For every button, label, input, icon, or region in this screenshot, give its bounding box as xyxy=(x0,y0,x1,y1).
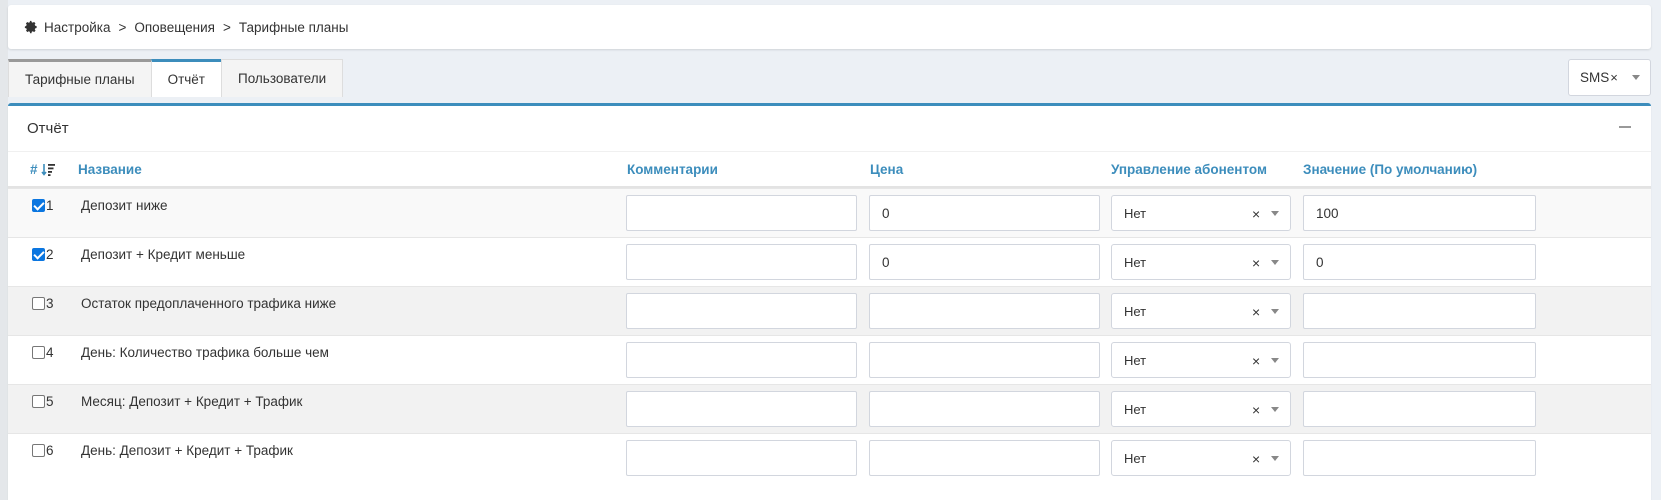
chevron-down-icon[interactable] xyxy=(1271,358,1279,363)
tab-bar: Тарифные планы Отчёт Пользователи xyxy=(8,59,344,97)
breadcrumb: Настройка > Оповещения > Тарифные планы xyxy=(8,5,1651,49)
default-value-input[interactable] xyxy=(1303,391,1536,427)
tab-users[interactable]: Пользователи xyxy=(221,59,344,97)
channel-clear-icon[interactable]: × xyxy=(1610,70,1618,85)
row-checkbox[interactable] xyxy=(32,248,45,261)
tab-report[interactable]: Отчёт xyxy=(150,59,222,97)
chevron-down-icon[interactable] xyxy=(1632,75,1640,80)
sort-desc-icon[interactable] xyxy=(40,163,55,176)
subscriber-control-select[interactable]: Нет × xyxy=(1111,195,1291,231)
subscriber-control-select[interactable]: Нет × xyxy=(1111,293,1291,329)
row-name: Остаток предоплаченного трафика ниже xyxy=(81,296,337,311)
comment-input[interactable] xyxy=(626,195,857,231)
subscriber-control-value: Нет xyxy=(1124,450,1147,466)
report-panel-header: Отчёт xyxy=(8,106,1651,152)
default-value-input[interactable] xyxy=(1303,195,1536,231)
comment-input[interactable] xyxy=(626,342,857,378)
row-checkbox[interactable] xyxy=(32,346,45,359)
default-value-input[interactable] xyxy=(1303,440,1536,476)
row-checkbox[interactable] xyxy=(32,199,45,212)
page-left-edge xyxy=(0,0,8,500)
column-header-value[interactable]: Значение (По умолчанию) xyxy=(1303,162,1477,177)
row-name: День: Депозит + Кредит + Трафик xyxy=(81,443,293,458)
subscriber-control-value: Нет xyxy=(1124,254,1147,270)
subscriber-control-value: Нет xyxy=(1124,401,1147,417)
row-checkbox[interactable] xyxy=(32,297,45,310)
row-name: Депозит ниже xyxy=(81,198,168,213)
table-row: 6 День: Депозит + Кредит + Трафик Нет × xyxy=(8,433,1651,485)
clear-icon[interactable]: × xyxy=(1252,206,1260,222)
comment-input[interactable] xyxy=(626,244,857,280)
panel-title: Отчёт xyxy=(27,120,69,137)
chevron-down-icon[interactable] xyxy=(1271,260,1279,265)
comment-input[interactable] xyxy=(626,440,857,476)
price-input[interactable] xyxy=(869,342,1100,378)
table-row: 4 День: Количество трафика больше чем Нет × xyxy=(8,335,1651,387)
default-value-input[interactable] xyxy=(1303,293,1536,329)
column-header-control[interactable]: Управление абонентом xyxy=(1111,162,1267,177)
chevron-down-icon[interactable] xyxy=(1271,309,1279,314)
price-input[interactable] xyxy=(869,293,1100,329)
table-row: 1 Депозит ниже Нет × xyxy=(8,188,1651,240)
comment-input[interactable] xyxy=(626,293,857,329)
table-row: 5 Месяц: Депозит + Кредит + Трафик Нет × xyxy=(8,384,1651,436)
subscriber-control-value: Нет xyxy=(1124,303,1147,319)
price-input[interactable] xyxy=(869,391,1100,427)
row-checkbox[interactable] xyxy=(32,444,45,457)
column-header-price[interactable]: Цена xyxy=(870,162,903,177)
price-input[interactable] xyxy=(869,440,1100,476)
breadcrumb-notifications[interactable]: Оповещения xyxy=(134,20,215,35)
chevron-down-icon[interactable] xyxy=(1271,407,1279,412)
breadcrumb-separator: > xyxy=(222,19,231,35)
breadcrumb-separator: > xyxy=(118,19,127,35)
subscriber-control-value: Нет xyxy=(1124,352,1147,368)
subscriber-control-select[interactable]: Нет × xyxy=(1111,342,1291,378)
collapse-icon[interactable] xyxy=(1619,126,1631,128)
comment-input[interactable] xyxy=(626,391,857,427)
gear-icon xyxy=(24,20,37,34)
report-panel: Отчёт # Название Комментарии Цена Управл… xyxy=(8,103,1651,500)
subscriber-control-value: Нет xyxy=(1124,205,1147,221)
column-header-name[interactable]: Название xyxy=(78,162,142,177)
clear-icon[interactable]: × xyxy=(1252,451,1260,467)
default-value-input[interactable] xyxy=(1303,244,1536,280)
channel-select[interactable]: SMS × xyxy=(1568,59,1651,96)
row-number: 5 xyxy=(46,394,54,409)
subscriber-control-select[interactable]: Нет × xyxy=(1111,244,1291,280)
table-header: # Название Комментарии Цена Управление а… xyxy=(8,152,1651,188)
default-value-input[interactable] xyxy=(1303,342,1536,378)
row-name: День: Количество трафика больше чем xyxy=(81,345,329,360)
row-number: 4 xyxy=(46,345,54,360)
channel-select-value: SMS xyxy=(1580,70,1610,85)
price-input[interactable] xyxy=(869,244,1100,280)
table-row: 2 Депозит + Кредит меньше Нет × xyxy=(8,237,1651,289)
row-checkbox[interactable] xyxy=(32,395,45,408)
clear-icon[interactable]: × xyxy=(1252,402,1260,418)
row-number: 6 xyxy=(46,443,54,458)
row-name: Депозит + Кредит меньше xyxy=(81,247,246,262)
price-input[interactable] xyxy=(869,195,1100,231)
clear-icon[interactable]: × xyxy=(1252,304,1260,320)
subscriber-control-select[interactable]: Нет × xyxy=(1111,391,1291,427)
clear-icon[interactable]: × xyxy=(1252,255,1260,271)
chevron-down-icon[interactable] xyxy=(1271,211,1279,216)
table-row: 3 Остаток предоплаченного трафика ниже Нет… xyxy=(8,286,1651,338)
breadcrumb-tariff-plans: Тарифные планы xyxy=(238,19,349,35)
row-number: 2 xyxy=(46,247,54,262)
breadcrumb-settings[interactable]: Настройка xyxy=(44,20,110,35)
subscriber-control-select[interactable]: Нет × xyxy=(1111,440,1291,476)
row-name: Месяц: Депозит + Кредит + Трафик xyxy=(81,394,303,409)
row-number: 3 xyxy=(46,296,54,311)
tab-tariff-plans[interactable]: Тарифные планы xyxy=(8,59,152,97)
chevron-down-icon[interactable] xyxy=(1271,456,1279,461)
clear-icon[interactable]: × xyxy=(1252,353,1260,369)
column-header-num[interactable]: # xyxy=(30,162,55,177)
row-number: 1 xyxy=(46,198,54,213)
column-header-comment[interactable]: Комментарии xyxy=(627,162,718,177)
